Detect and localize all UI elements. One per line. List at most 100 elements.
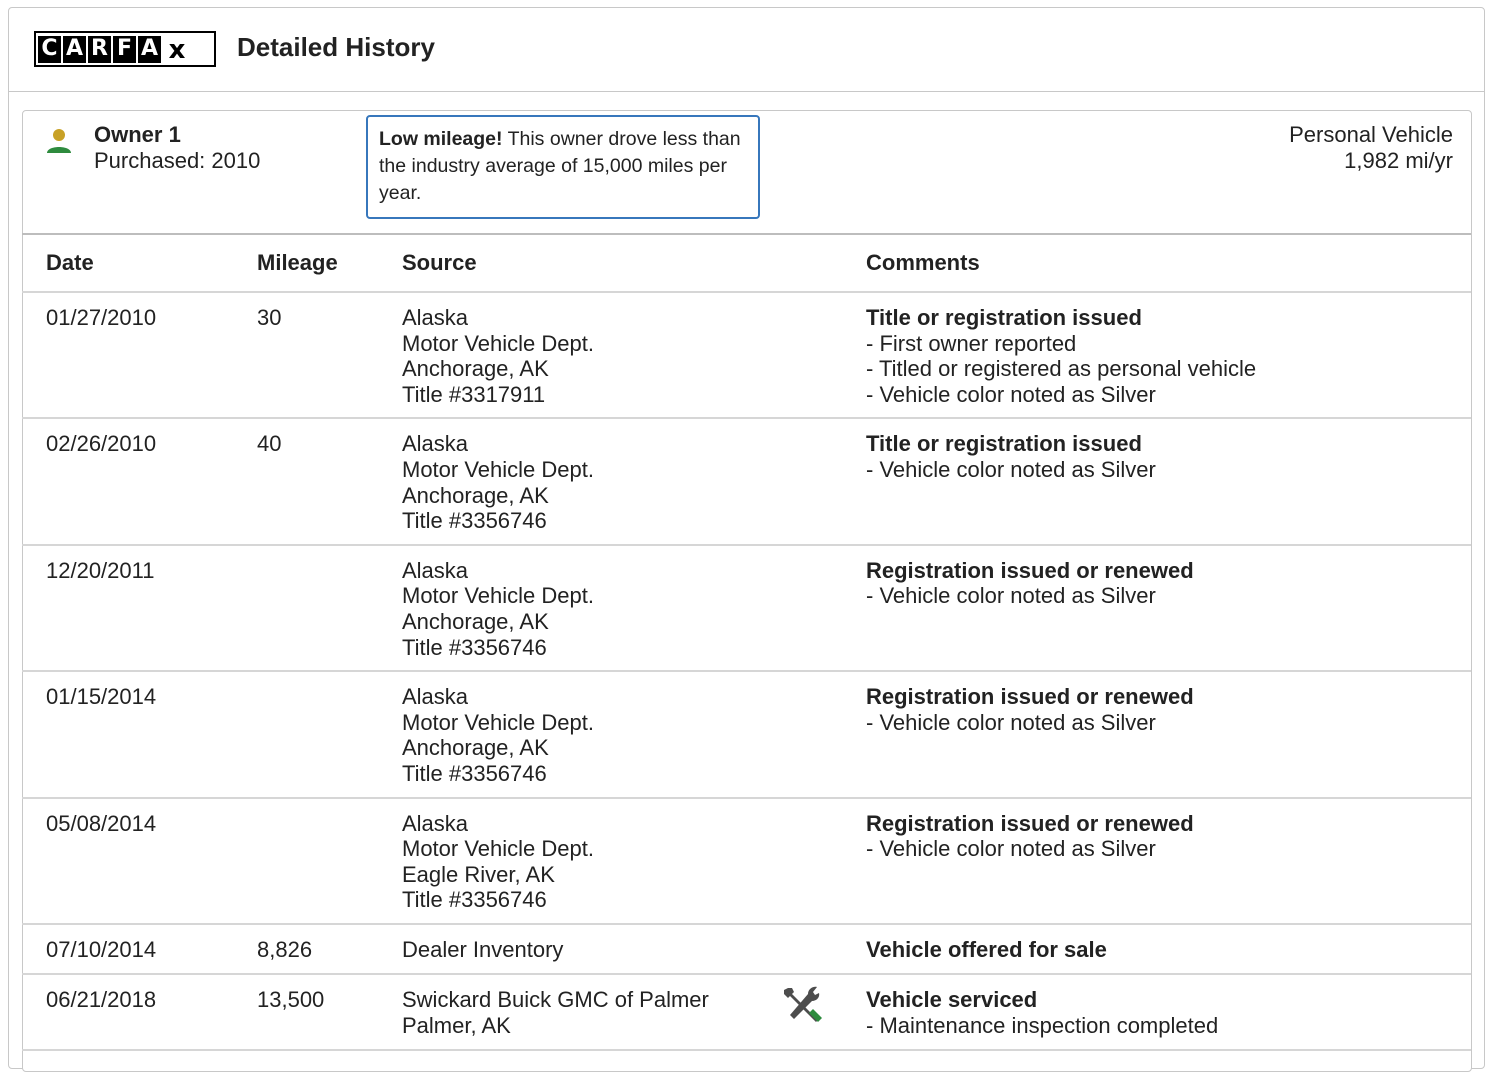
cell-icon — [782, 418, 866, 544]
logo-letter: F — [113, 35, 136, 63]
column-header-date: Date — [46, 250, 94, 275]
comment-title: Registration issued or renewed — [866, 684, 1194, 710]
comment-line: - First owner reported — [866, 330, 1077, 356]
comment-title: Vehicle serviced — [866, 987, 1038, 1013]
source-line: Swickard Buick GMC of Palmer — [402, 987, 709, 1013]
logo-letter: R — [88, 35, 111, 63]
cell-date: 05/08/2014 — [46, 810, 157, 836]
comment-line: - Vehicle color noted as Silver — [866, 583, 1156, 609]
comment-title: Vehicle offered for sale — [866, 936, 1107, 962]
source-line: Alaska — [402, 684, 469, 710]
source-line: Alaska — [402, 810, 469, 836]
owner-history-panel: Owner 1 Purchased: 2010 Low mileage! Thi… — [22, 110, 1472, 1072]
source-line: Title #3356746 — [402, 634, 547, 660]
source-line: Motor Vehicle Dept. — [402, 709, 594, 735]
comment-title: Registration issued or renewed — [866, 557, 1194, 583]
source-line: Anchorage, AK — [402, 608, 549, 634]
source-line: Alaska — [402, 431, 469, 457]
cell-icon — [782, 974, 866, 1049]
cell-source: Alaska Motor Vehicle Dept. Anchorage, AK… — [402, 418, 782, 544]
table-row: 01/15/2014 Alaska Motor Vehicle Dept. An… — [22, 671, 1471, 798]
logo-letter: C — [38, 35, 61, 63]
column-header-comments: Comments — [866, 250, 980, 275]
comment-line: - Maintenance inspection completed — [866, 1013, 1219, 1039]
comment-title: Title or registration issued — [866, 431, 1142, 457]
cell-icon — [782, 671, 866, 797]
source-line: Motor Vehicle Dept. — [402, 836, 594, 862]
source-line: Eagle River, AK — [402, 861, 555, 887]
comment-line: - Vehicle color noted as Silver — [866, 836, 1156, 862]
cell-mileage: 8,826 — [257, 936, 313, 962]
cell-comments: Registration issued or renewed - Vehicle… — [866, 545, 1471, 671]
cell-comments: Title or registration issued - Vehicle c… — [866, 418, 1471, 544]
table-row: 05/08/2014 Alaska Motor Vehicle Dept. Ea… — [22, 798, 1471, 924]
table-row: 12/20/2011 Alaska Motor Vehicle Dept. An… — [22, 545, 1471, 672]
source-line: Motor Vehicle Dept. — [402, 583, 594, 609]
cell-comments: Vehicle serviced - Maintenance inspectio… — [866, 974, 1471, 1049]
table-row: 06/21/2018 13,500 Swickard Buick GMC of … — [22, 974, 1471, 1050]
source-line: Title #3356746 — [402, 760, 547, 786]
cell-comments: Registration issued or renewed - Vehicle… — [866, 671, 1471, 797]
logo-letter: A — [138, 35, 161, 63]
cell-mileage — [257, 798, 402, 924]
comment-line: - Vehicle color noted as Silver — [866, 381, 1156, 407]
cell-icon — [782, 292, 866, 418]
owner-purchased: Purchased: 2010 — [94, 148, 261, 173]
cell-icon — [782, 545, 866, 671]
cell-date: 01/15/2014 — [46, 684, 157, 710]
cell-mileage — [257, 545, 402, 671]
source-line: Title #3356746 — [402, 887, 547, 913]
source-line: Anchorage, AK — [402, 482, 549, 508]
comment-line: - Vehicle color noted as Silver — [866, 456, 1156, 482]
cell-source: Alaska Motor Vehicle Dept. Anchorage, AK… — [402, 671, 782, 797]
section-title: Detailed History — [237, 32, 435, 62]
source-line: Motor Vehicle Dept. — [402, 330, 594, 356]
table-row: 01/27/2010 30 Alaska Motor Vehicle Dept.… — [22, 292, 1471, 419]
carfax-logo: C A R F A x — [34, 31, 216, 67]
cell-mileage: 13,500 — [257, 987, 325, 1013]
column-header-icon — [782, 234, 866, 292]
cell-icon — [782, 924, 866, 975]
cell-date: 01/27/2010 — [46, 305, 157, 330]
table-row: 02/26/2010 40 Alaska Motor Vehicle Dept.… — [22, 418, 1471, 545]
cell-source: Alaska Motor Vehicle Dept. Anchorage, AK… — [402, 545, 782, 671]
logo-letter: A — [63, 35, 86, 63]
column-header-mileage: Mileage — [257, 250, 338, 275]
low-mileage-callout: Low mileage! This owner drove less than … — [366, 115, 760, 219]
cell-comments: Registration issued or renewed - Vehicle… — [866, 798, 1471, 924]
comment-title: Registration issued or renewed — [866, 810, 1194, 836]
cell-date: 12/20/2011 — [46, 557, 155, 583]
comment-line: - Vehicle color noted as Silver — [866, 709, 1156, 735]
cell-source: Alaska Motor Vehicle Dept. Eagle River, … — [402, 798, 782, 924]
history-card: C A R F A x Detailed History Owner 1 Pur… — [8, 7, 1485, 1072]
cell-mileage: 40 — [257, 431, 282, 457]
owner-usage: Personal Vehicle 1,982 mi/yr — [1289, 122, 1453, 174]
comment-title: Title or registration issued — [866, 305, 1142, 330]
callout-bold: Low mileage! — [379, 128, 503, 150]
cell-icon — [782, 798, 866, 924]
usage-rate: 1,982 mi/yr — [1344, 148, 1453, 173]
cell-comments: Title or registration issued - First own… — [866, 292, 1471, 418]
source-line: Anchorage, AK — [402, 356, 549, 382]
column-header-source: Source — [402, 250, 477, 275]
source-line: Alaska — [402, 557, 469, 583]
card-header: C A R F A x Detailed History — [9, 8, 1484, 92]
source-line: Dealer Inventory — [402, 936, 564, 962]
table-row: 07/10/2014 8,826 Dealer Inventory Vehicl… — [22, 924, 1471, 975]
logo-letter-x: x — [163, 35, 191, 63]
cell-date: 07/10/2014 — [46, 936, 157, 962]
owner-name: Owner 1 — [94, 122, 181, 147]
source-line: Motor Vehicle Dept. — [402, 456, 594, 482]
usage-type: Personal Vehicle — [1289, 122, 1453, 147]
cell-date: 02/26/2010 — [46, 431, 157, 457]
cell-source: Swickard Buick GMC of Palmer Palmer, AK — [402, 974, 782, 1049]
history-table: Date Mileage Source Comments 01/27/2010 … — [22, 233, 1471, 1051]
source-line: Alaska — [402, 305, 469, 330]
comment-line: - Titled or registered as personal vehic… — [866, 356, 1257, 382]
source-line: Title #3317911 — [402, 381, 546, 407]
wrench-screwdriver-icon — [784, 987, 822, 1023]
cell-source: Alaska Motor Vehicle Dept. Anchorage, AK… — [402, 292, 782, 418]
person-icon — [47, 129, 71, 153]
cell-mileage — [257, 671, 402, 797]
source-line: Palmer, AK — [402, 1013, 511, 1039]
